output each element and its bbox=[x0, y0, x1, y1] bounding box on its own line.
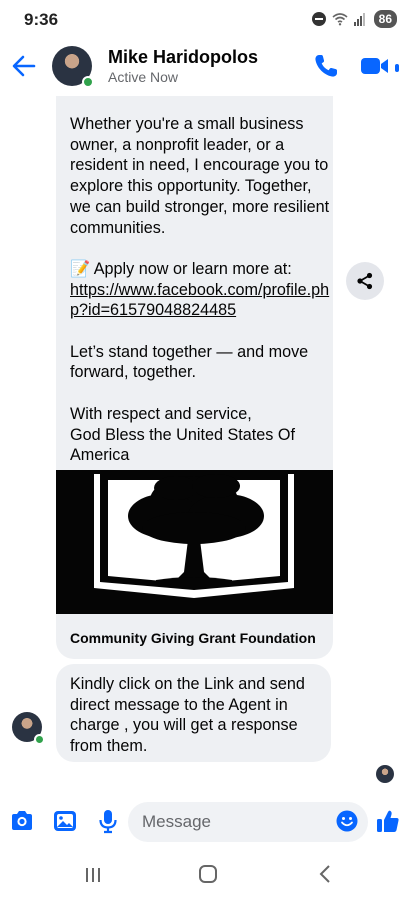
contact-name[interactable]: Mike Haridopolos bbox=[108, 47, 258, 68]
recent-apps-icon[interactable] bbox=[84, 867, 102, 883]
sender-avatar[interactable] bbox=[12, 712, 45, 745]
message-paragraph: Let’s stand together — and move forward,… bbox=[70, 342, 309, 382]
status-icons: 86 bbox=[311, 10, 397, 28]
seen-receipt-avatar bbox=[376, 765, 394, 783]
apply-text: 📝 Apply now or learn more at: bbox=[70, 259, 292, 278]
nav-back-icon[interactable] bbox=[318, 865, 332, 883]
message-composer bbox=[0, 800, 415, 846]
message-link[interactable]: https://www.facebook.com/profile.php?id=… bbox=[70, 281, 329, 320]
share-button[interactable] bbox=[346, 262, 384, 300]
wifi-icon bbox=[332, 13, 348, 26]
signal-icon bbox=[353, 12, 368, 26]
message-input[interactable] bbox=[128, 802, 368, 842]
link-preview-image[interactable] bbox=[56, 470, 333, 614]
message-bubble[interactable]: Whether you're a small business owner, a… bbox=[56, 96, 333, 659]
contact-avatar[interactable] bbox=[52, 46, 94, 88]
system-navigation-bar bbox=[0, 850, 415, 900]
closing-line: God Bless the United States Of America bbox=[70, 425, 295, 465]
home-button-icon[interactable] bbox=[199, 865, 217, 883]
camera-icon[interactable] bbox=[9, 808, 35, 834]
tree-logo-image bbox=[56, 470, 333, 614]
status-time: 9:36 bbox=[24, 10, 59, 29]
message-text: Kindly click on the Link and send direct… bbox=[70, 675, 305, 756]
message-bubble[interactable]: Kindly click on the Link and send direct… bbox=[56, 664, 331, 762]
message-paragraph: Whether you're a small business owner, a… bbox=[70, 115, 330, 237]
thumbs-up-icon[interactable] bbox=[376, 808, 400, 834]
menu-edge-indicator bbox=[395, 64, 399, 72]
status-bar: 9:36 86 bbox=[0, 0, 415, 40]
back-arrow-icon[interactable] bbox=[10, 52, 38, 80]
gallery-icon[interactable] bbox=[52, 808, 78, 834]
phone-call-icon[interactable] bbox=[312, 52, 340, 80]
chat-header: Mike Haridopolos Active Now bbox=[0, 40, 415, 96]
video-call-icon[interactable] bbox=[360, 52, 390, 80]
contact-status: Active Now bbox=[108, 69, 179, 85]
microphone-icon[interactable] bbox=[95, 808, 121, 834]
battery-badge: 86 bbox=[373, 10, 397, 28]
online-indicator bbox=[34, 734, 45, 745]
link-preview-caption[interactable]: Community Giving Grant Foundation bbox=[70, 630, 316, 646]
closing-line: With respect and service, bbox=[70, 404, 252, 423]
emoji-icon[interactable] bbox=[336, 810, 358, 832]
online-indicator bbox=[82, 76, 94, 88]
message-text: Whether you're a small business owner, a… bbox=[70, 114, 330, 466]
do-not-disturb-icon bbox=[311, 12, 326, 26]
share-icon bbox=[357, 272, 373, 290]
